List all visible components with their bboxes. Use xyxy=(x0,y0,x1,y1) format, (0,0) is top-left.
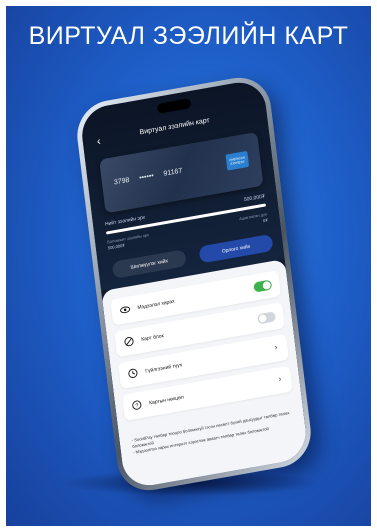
menu-item-label: Картын нөхцөл xyxy=(148,394,185,407)
menu-item-label: Мэдээлэл харах xyxy=(137,298,175,312)
headline: ВИРТУАЛ ЗЭЭЛИЙН КАРТ xyxy=(28,22,349,50)
toggle-knob xyxy=(258,313,268,324)
card-number-end: 91167 xyxy=(163,167,183,178)
help-icon: ? xyxy=(131,399,143,412)
clock-icon xyxy=(127,367,139,380)
card-number: 3798 •••••• 91167 xyxy=(114,166,191,186)
toggle-knob xyxy=(262,280,272,291)
dynamic-island xyxy=(156,98,192,114)
menu-item-label: Гүйлгээний түүх xyxy=(144,362,183,375)
terms-note: - SocialPay төлбөр тооцоо боломжгүй гэсэ… xyxy=(131,410,290,455)
card-section: ‹ Виртуал зээлийн карт 3798 •••••• 91167… xyxy=(79,78,285,292)
chevron-right-icon: › xyxy=(274,342,278,352)
menu-item-label: Карт блок xyxy=(141,333,165,343)
card-number-start: 3798 xyxy=(113,176,130,187)
svg-text:?: ? xyxy=(135,403,139,409)
amex-logo: AMERICAN EXPRESS xyxy=(225,150,250,171)
topup-button[interactable]: Орлого хийх xyxy=(198,233,274,264)
phone-screen: ‹ Виртуал зээлийн карт 3798 •••••• 91167… xyxy=(79,78,309,490)
chevron-right-icon: › xyxy=(278,374,282,384)
transfer-button[interactable]: Шилжүүлэг хийх xyxy=(111,249,187,279)
settings-sheet: Мэдээлэл харах Карт блок Гүйлгээний түүх… xyxy=(101,258,309,490)
block-icon xyxy=(123,335,135,348)
card-block-toggle[interactable] xyxy=(257,311,277,325)
credit-limit-value: 500,000₮ xyxy=(243,193,266,204)
card-number-mask: •••••• xyxy=(138,172,155,183)
eye-icon xyxy=(119,303,131,316)
amex-logo-text: AMERICAN EXPRESS xyxy=(229,155,246,166)
used-amount-value: 0₮ xyxy=(262,217,269,224)
phone-mockup: ‹ Виртуал зээлийн карт 3798 •••••• 91167… xyxy=(73,72,315,496)
view-info-toggle[interactable] xyxy=(253,279,273,293)
